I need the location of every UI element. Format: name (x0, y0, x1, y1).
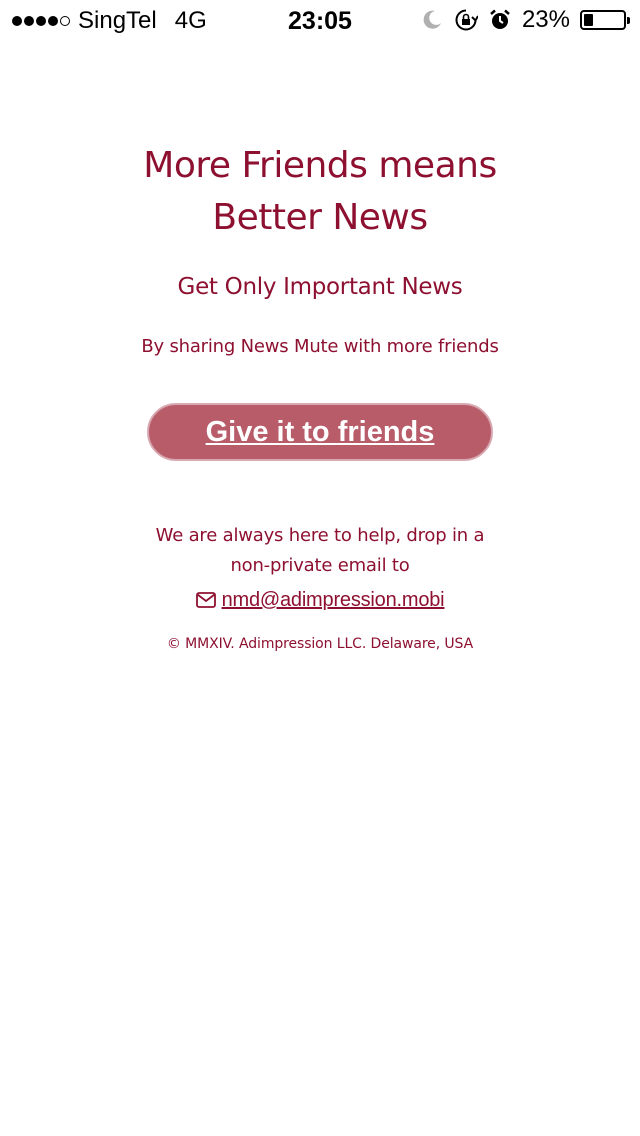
help-line-1: We are always here to help, drop in a (155, 525, 485, 546)
rotation-lock-icon (455, 9, 478, 31)
email-link[interactable]: nmd@adimpression.mobi (195, 585, 445, 615)
status-bar: SingTel 4G 23:05 23% (0, 0, 640, 40)
tagline: By sharing News Mute with more friends (141, 336, 499, 357)
moon-icon (423, 10, 441, 29)
copyright-text: © MMXIV. Adimpression LLC. Delaware, USA (166, 636, 474, 652)
battery-fill (584, 14, 593, 26)
page-title: More Friends means Better News (143, 145, 497, 238)
envelope-icon (195, 592, 216, 608)
help-text: We are always here to help, drop in a no… (0, 521, 640, 618)
battery-percent: 23% (521, 6, 570, 33)
subheading: Get Only Important News (177, 274, 463, 300)
battery-icon (580, 10, 630, 30)
alarm-icon (490, 9, 510, 29)
help-line-2: non-private email to (230, 555, 410, 576)
email-address: nmd@adimpression.mobi (221, 589, 445, 611)
main-content: More Friends means Better News Get Only … (0, 140, 640, 652)
share-with-friends-button[interactable]: Give it to friends (147, 403, 493, 461)
status-right: 23% (420, 6, 630, 34)
